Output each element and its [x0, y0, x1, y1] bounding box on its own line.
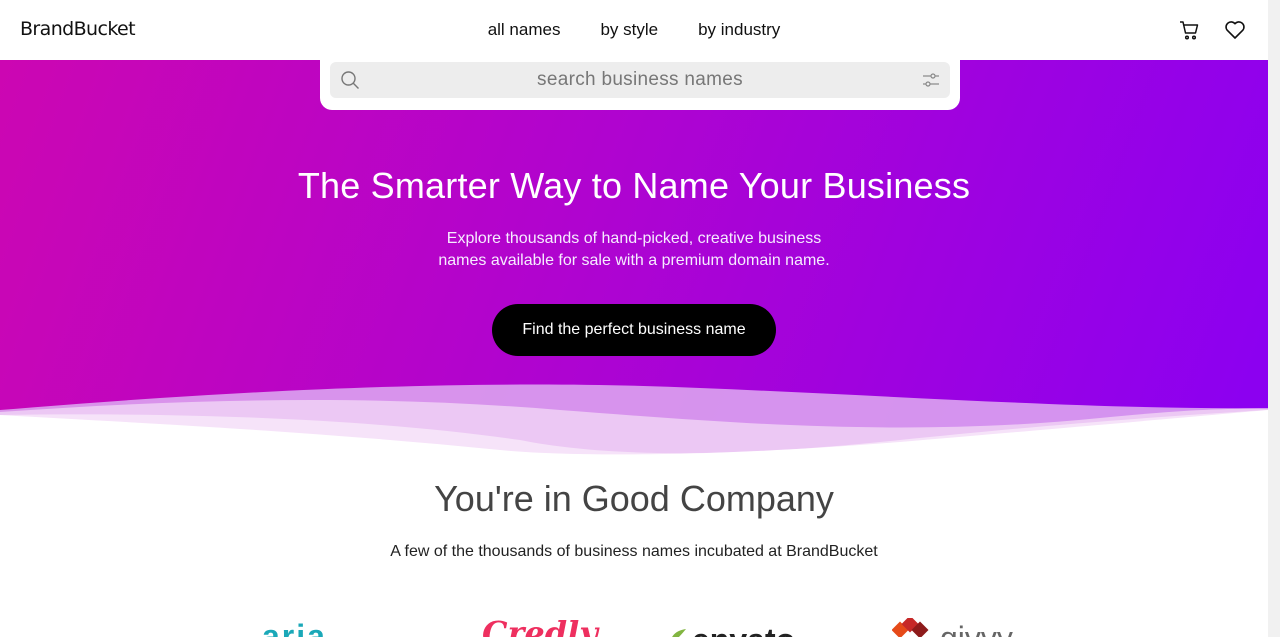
search-input[interactable]	[370, 62, 910, 98]
logo-credly: Credly	[482, 614, 598, 637]
company-section-subtitle: A few of the thousands of business names…	[390, 543, 878, 560]
search-box	[330, 62, 950, 98]
header-actions	[1178, 19, 1246, 41]
nav-all-names[interactable]: all names	[488, 20, 561, 40]
cart-icon[interactable]	[1178, 19, 1200, 41]
hero-title: The Smarter Way to Name Your Business	[297, 165, 971, 206]
find-name-button[interactable]: Find the perfect business name	[492, 304, 776, 356]
hero-subtitle: Explore thousands of hand-picked, creati…	[438, 230, 830, 269]
search-icon[interactable]	[340, 70, 360, 90]
logo-aria: aria	[262, 618, 327, 637]
filter-sliders-icon[interactable]	[922, 72, 940, 88]
envato-leaf-icon	[672, 629, 686, 637]
partner-logos: aria Credly envato givvy	[0, 610, 1268, 637]
nav-by-style[interactable]: by style	[600, 20, 658, 40]
logo-givvy: givvy	[940, 620, 1013, 637]
company-section-title: You're in Good Company	[434, 478, 834, 519]
logo-envato: envato	[692, 622, 795, 637]
givvy-cube-icon	[892, 618, 929, 637]
heart-icon[interactable]	[1224, 19, 1246, 41]
nav-by-industry[interactable]: by industry	[698, 20, 780, 40]
site-header: BrandBucket all names by style by indust…	[0, 0, 1268, 60]
main-nav: all names by style by industry	[0, 20, 1268, 40]
page-scrollbar[interactable]	[1268, 0, 1280, 637]
search-bar-container	[320, 60, 960, 110]
hero-waves	[0, 384, 1268, 460]
